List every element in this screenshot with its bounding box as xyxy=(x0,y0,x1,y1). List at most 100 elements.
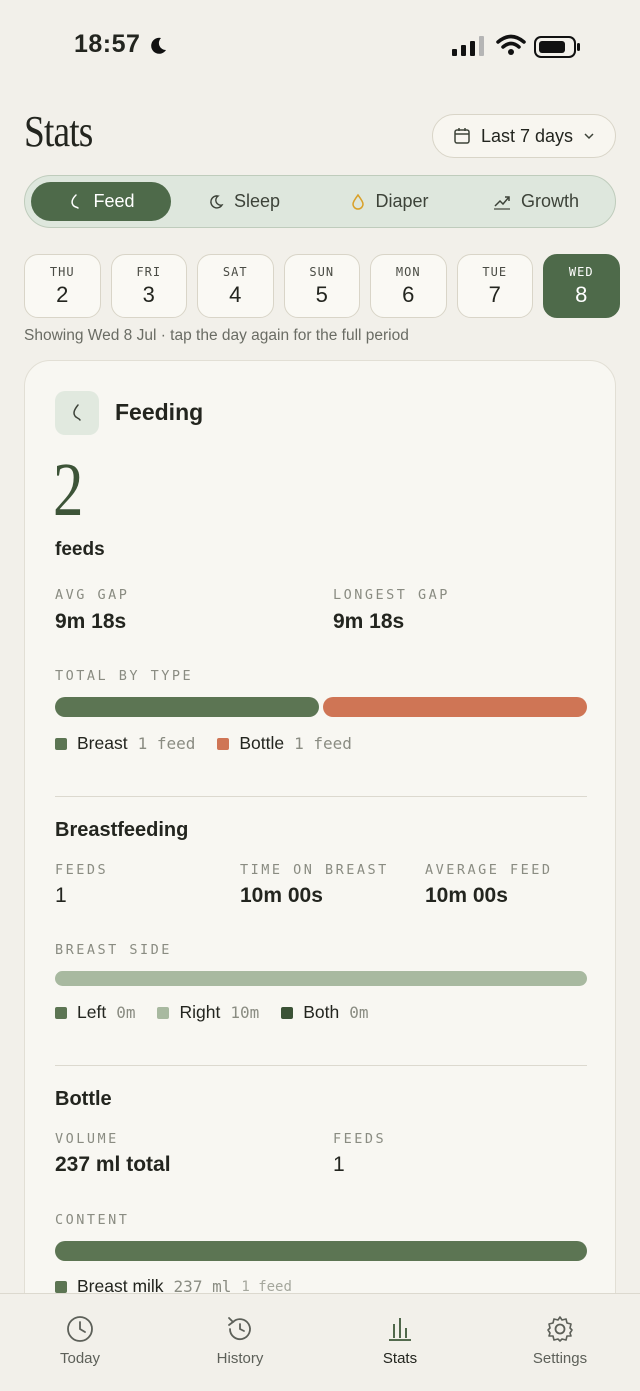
stats-category-tabs: Feed Sleep Diaper Growth xyxy=(24,175,616,228)
history-icon xyxy=(228,1317,251,1341)
feed-count: 2 xyxy=(53,448,84,532)
tab-stats[interactable]: Stats xyxy=(320,1294,480,1391)
day-number: 6 xyxy=(402,281,415,307)
clock-icon xyxy=(67,1316,93,1342)
tab-stats-label: Stats xyxy=(382,1350,418,1367)
avg-gap-value: 9m 18s xyxy=(55,610,127,633)
card-title: Feeding xyxy=(115,399,204,425)
day-name: WED xyxy=(568,264,594,279)
volume-label: VOLUME xyxy=(55,1131,119,1147)
legend-item: Breast 1 feed xyxy=(55,733,195,754)
day-name: SUN xyxy=(309,264,335,279)
day-number: 2 xyxy=(56,281,69,307)
average-feed-label: AVERAGE FEED xyxy=(425,862,553,878)
day-number: 5 xyxy=(315,281,328,307)
legend-swatch xyxy=(281,1006,294,1019)
tab-today-label: Today xyxy=(59,1350,101,1367)
feed-icon-badge xyxy=(55,391,99,435)
day-chip[interactable]: MON 6 xyxy=(370,254,447,318)
total-by-type-label: TOTAL BY TYPE xyxy=(55,668,194,684)
content-label: CONTENT xyxy=(55,1212,130,1228)
wifi-icon xyxy=(496,34,526,55)
day-chip[interactable]: FRI 3 xyxy=(110,254,187,318)
tab-growth-label: Growth xyxy=(520,191,580,211)
tab-settings-label: Settings xyxy=(532,1350,588,1367)
day-number: 7 xyxy=(488,281,501,307)
divider xyxy=(55,1065,587,1066)
bottom-tab-bar: Today History Stats Settings xyxy=(0,1293,640,1391)
tab-sleep-label: Sleep xyxy=(233,191,281,211)
legend-count: 10m xyxy=(230,1003,260,1022)
feeding-card: Feeding 2 feeds AVG GAP 9m 18s LONGEST G… xyxy=(24,360,616,1360)
tab-feed[interactable]: Feed xyxy=(31,182,171,221)
gear-icon xyxy=(547,1316,573,1342)
breast-type-bar xyxy=(55,697,319,717)
legend-swatch xyxy=(55,1006,67,1019)
tab-diaper-label: Diaper xyxy=(375,191,429,211)
calendar-icon xyxy=(454,128,470,144)
feed-drop-icon xyxy=(73,404,81,421)
breast-side-bar xyxy=(55,971,587,986)
day-name: SAT xyxy=(222,264,248,279)
legend-label: Left xyxy=(77,1002,107,1022)
day-chip[interactable]: THU 2 xyxy=(24,254,101,318)
day-selector: THU 2 FRI 3 SAT 4 SUN 5 MON 6 TUE 7 WED … xyxy=(24,254,620,318)
day-name: THU xyxy=(49,264,75,279)
legend-label: Bottle xyxy=(239,733,285,753)
status-time: 18:57 xyxy=(74,30,141,58)
day-name: FRI xyxy=(136,264,162,279)
tab-history-label: History xyxy=(216,1350,264,1367)
date-range-button[interactable]: Last 7 days xyxy=(432,114,616,158)
legend-item: Both 0m xyxy=(281,1002,369,1023)
day-chip[interactable]: SAT 4 xyxy=(197,254,274,318)
volume-value: 237 ml total xyxy=(55,1153,171,1176)
day-name: MON xyxy=(395,264,421,279)
moon-icon xyxy=(210,194,224,209)
legend-label: Both xyxy=(303,1002,340,1022)
bottle-type-bar xyxy=(323,697,587,717)
legend-swatch xyxy=(55,1280,67,1293)
tab-diaper[interactable]: Diaper xyxy=(317,182,463,221)
feed-count-unit: feeds xyxy=(55,539,105,560)
bottle-feeds-value: 1 xyxy=(333,1153,345,1176)
tab-today[interactable]: Today xyxy=(0,1294,160,1391)
tab-feed-label: Feed xyxy=(93,191,135,211)
content-bar xyxy=(55,1241,587,1261)
day-chip[interactable]: SUN 5 xyxy=(283,254,360,318)
type-legend: Breast 1 feed Bottle 1 feed xyxy=(55,733,352,754)
page-title: Stats xyxy=(24,107,93,156)
tab-settings[interactable]: Settings xyxy=(480,1294,640,1391)
legend-count: 0m xyxy=(349,1003,369,1022)
bottle-feeds-label: FEEDS xyxy=(333,1131,387,1147)
date-range-label: Last 7 days xyxy=(480,125,574,146)
legend-count: 0m xyxy=(116,1003,136,1022)
day-chip-selected[interactable]: WED 8 xyxy=(543,254,620,318)
tab-sleep[interactable]: Sleep xyxy=(171,182,317,221)
legend-count: 1 feed xyxy=(137,734,196,753)
signal-icon xyxy=(452,36,484,56)
bottle-title: Bottle xyxy=(55,1088,112,1110)
trend-icon xyxy=(493,195,510,210)
tab-history[interactable]: History xyxy=(160,1294,320,1391)
bf-feeds-value: 1 xyxy=(55,884,67,907)
legend-item: Left 0m xyxy=(55,1002,135,1023)
legend-swatch xyxy=(217,737,230,750)
breast-side-label: BREAST SIDE xyxy=(55,942,172,958)
legend-item: Right 10m xyxy=(157,1002,259,1023)
day-number: 8 xyxy=(575,281,588,307)
day-number: 3 xyxy=(142,281,155,307)
side-legend: Left 0m Right 10m Both 0m xyxy=(55,1002,369,1023)
average-feed-value: 10m 00s xyxy=(425,884,508,907)
bar-chart-icon xyxy=(389,1318,411,1341)
day-chip[interactable]: TUE 7 xyxy=(456,254,533,318)
legend-label: Right xyxy=(179,1002,221,1022)
drop-icon xyxy=(352,193,365,210)
legend-swatch xyxy=(55,737,67,750)
tab-growth[interactable]: Growth xyxy=(463,182,609,221)
legend-item: Bottle 1 feed xyxy=(217,733,352,754)
status-bar: 18:57 xyxy=(0,0,640,90)
day-name: TUE xyxy=(482,264,508,279)
chevron-down-icon xyxy=(584,133,594,140)
legend-count: 1 feed xyxy=(294,734,352,753)
avg-gap-label: AVG GAP xyxy=(55,587,130,603)
